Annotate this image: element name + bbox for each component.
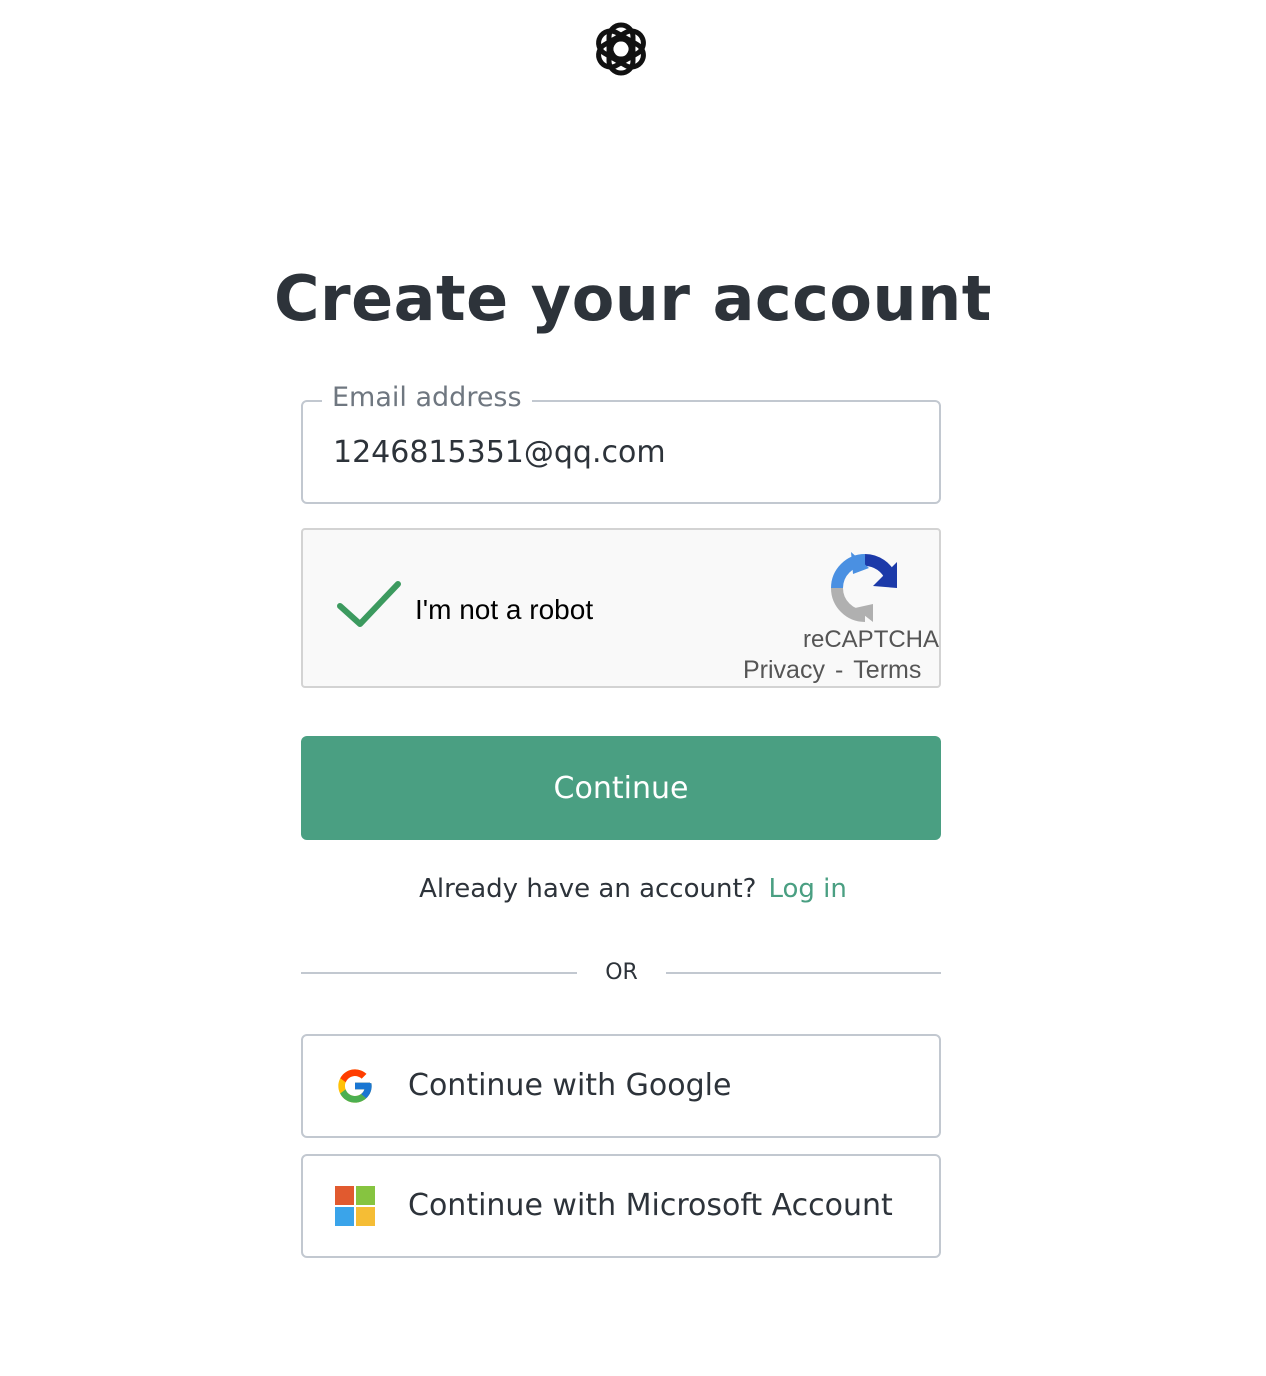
google-logo-icon — [338, 1069, 372, 1103]
microsoft-logo-yellow — [356, 1207, 375, 1226]
page-title: Create your account — [274, 262, 992, 335]
recaptcha-widget: I'm not a robot reCAPTCHA Privacy - Terms — [301, 528, 941, 688]
divider-line-left — [301, 972, 577, 974]
divider-line-right — [666, 972, 941, 974]
email-label: Email address — [322, 382, 532, 413]
email-field[interactable]: Email address — [301, 382, 941, 504]
divider-or: OR — [605, 960, 638, 985]
openai-logo-icon — [596, 22, 646, 76]
continue-with-google-button[interactable]: Continue with Google — [301, 1034, 941, 1138]
continue-with-microsoft-button[interactable]: Continue with Microsoft Account — [301, 1154, 941, 1258]
recaptcha-brand: reCAPTCHA — [803, 626, 940, 653]
microsoft-logo-red — [335, 1186, 354, 1205]
recaptcha-terms-link[interactable]: Terms — [853, 656, 921, 684]
recaptcha-label: I'm not a robot — [415, 594, 594, 625]
google-button-label: Continue with Google — [408, 1068, 732, 1103]
login-prompt-row: Already have an account? Log in — [0, 874, 1266, 904]
recaptcha-separator: - — [834, 656, 844, 684]
continue-button[interactable]: Continue — [301, 736, 941, 840]
recaptcha-links: Privacy - Terms — [743, 656, 921, 685]
microsoft-logo-icon — [335, 1186, 377, 1228]
login-prompt-text: Already have an account? — [419, 874, 757, 904]
microsoft-logo-green — [356, 1186, 375, 1205]
recaptcha-privacy-link[interactable]: Privacy — [743, 656, 825, 684]
microsoft-button-label: Continue with Microsoft Account — [408, 1188, 893, 1223]
recaptcha-checkbox[interactable] — [336, 580, 402, 630]
email-input[interactable] — [333, 432, 913, 472]
login-link[interactable]: Log in — [768, 874, 846, 904]
microsoft-logo-blue — [335, 1207, 354, 1226]
recaptcha-logo-icon — [831, 552, 897, 622]
